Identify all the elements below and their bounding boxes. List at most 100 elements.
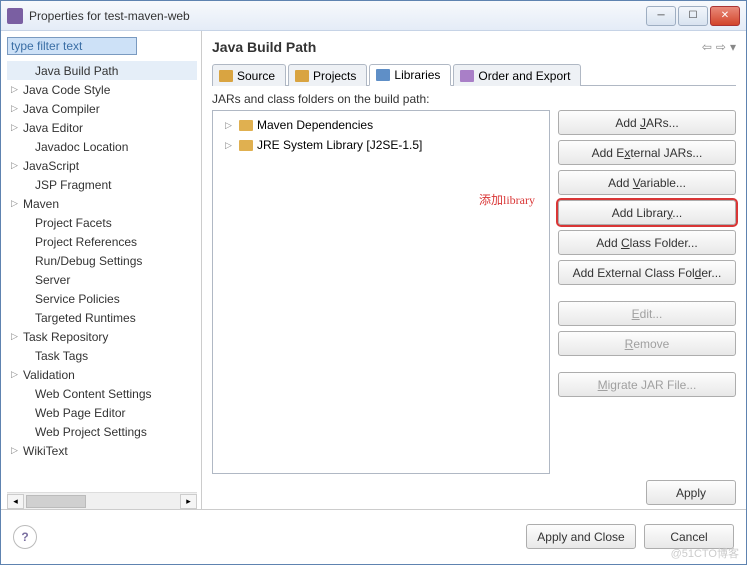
tree-item[interactable]: ▷Java Code Style bbox=[7, 80, 197, 99]
scroll-left-icon[interactable]: ◂ bbox=[7, 494, 24, 509]
minimize-button[interactable]: ─ bbox=[646, 6, 676, 26]
tree-item[interactable]: Project Facets bbox=[7, 213, 197, 232]
add-library-button[interactable]: Add Library... bbox=[558, 200, 736, 225]
back-icon[interactable]: ⇦ bbox=[702, 40, 712, 54]
tab-icon bbox=[295, 70, 309, 82]
tree-item-label: Targeted Runtimes bbox=[35, 311, 136, 325]
filter-input[interactable] bbox=[7, 37, 137, 55]
expand-icon[interactable]: ▷ bbox=[225, 140, 235, 151]
tree-item-label: JavaScript bbox=[23, 159, 79, 173]
expand-icon[interactable]: ▷ bbox=[11, 122, 23, 133]
tab-label: Projects bbox=[313, 69, 356, 83]
tab-source[interactable]: Source bbox=[212, 64, 286, 86]
menu-icon[interactable]: ▾ bbox=[730, 40, 736, 54]
tree-item-label: Java Build Path bbox=[35, 64, 118, 78]
library-tree[interactable]: ▷ Maven Dependencies ▷ JRE System Library [… bbox=[212, 110, 550, 474]
tree-item[interactable]: ▷JavaScript bbox=[7, 156, 197, 175]
tree-item[interactable]: JSP Fragment bbox=[7, 175, 197, 194]
add-external-jars-button[interactable]: Add External JARs... bbox=[558, 140, 736, 165]
library-label: JRE System Library [J2SE-1.5] bbox=[257, 138, 422, 152]
add-jars-button[interactable]: Add JARs... bbox=[558, 110, 736, 135]
expand-icon[interactable]: ▷ bbox=[11, 445, 23, 456]
tab-label: Order and Export bbox=[478, 69, 570, 83]
library-icon bbox=[239, 140, 253, 151]
expand-icon[interactable]: ▷ bbox=[11, 160, 23, 171]
annotation-text: 添加library bbox=[479, 191, 535, 208]
window-title: Properties for test-maven-web bbox=[29, 9, 646, 23]
tabs: Source Projects Libraries Order and Export bbox=[212, 63, 736, 86]
tab-icon bbox=[219, 70, 233, 82]
add-variable-button[interactable]: Add Variable... bbox=[558, 170, 736, 195]
remove-button[interactable]: Remove bbox=[558, 331, 736, 356]
tree-item-label: Javadoc Location bbox=[35, 140, 128, 154]
tree-item[interactable]: Javadoc Location bbox=[7, 137, 197, 156]
tree-item[interactable]: Task Tags bbox=[7, 346, 197, 365]
titlebar: Properties for test-maven-web ─ ☐ ✕ bbox=[1, 1, 746, 31]
page-title: Java Build Path bbox=[212, 39, 702, 55]
tab-icon bbox=[460, 70, 474, 82]
expand-icon[interactable]: ▷ bbox=[225, 120, 235, 131]
tree-item[interactable]: Service Policies bbox=[7, 289, 197, 308]
tree-item[interactable]: Java Build Path bbox=[7, 61, 197, 80]
tab-icon bbox=[376, 69, 390, 81]
help-icon[interactable]: ? bbox=[13, 525, 37, 549]
tab-libraries[interactable]: Libraries bbox=[369, 64, 451, 86]
nav-arrows: ⇦ ⇨ ▾ bbox=[702, 40, 736, 54]
sidebar: Java Build Path▷Java Code Style▷Java Com… bbox=[1, 31, 202, 509]
tab-label: Libraries bbox=[394, 68, 440, 82]
tree-item[interactable]: ▷Maven bbox=[7, 194, 197, 213]
tree-item[interactable]: ▷Validation bbox=[7, 365, 197, 384]
tree-item[interactable]: Run/Debug Settings bbox=[7, 251, 197, 270]
watermark: @51CTO博客 bbox=[671, 545, 739, 561]
apply-and-close-button[interactable]: Apply and Close bbox=[526, 524, 636, 549]
scroll-thumb[interactable] bbox=[26, 495, 86, 508]
add-class-folder-button[interactable]: Add Class Folder... bbox=[558, 230, 736, 255]
close-button[interactable]: ✕ bbox=[710, 6, 740, 26]
scroll-right-icon[interactable]: ▸ bbox=[180, 494, 197, 509]
tree-item[interactable]: ▷Java Compiler bbox=[7, 99, 197, 118]
tree-item-label: Service Policies bbox=[35, 292, 120, 306]
expand-icon[interactable]: ▷ bbox=[11, 331, 23, 342]
library-label: Maven Dependencies bbox=[257, 118, 373, 132]
expand-icon[interactable]: ▷ bbox=[11, 103, 23, 114]
nav-tree[interactable]: Java Build Path▷Java Code Style▷Java Com… bbox=[7, 61, 197, 492]
tree-item-label: Project Facets bbox=[35, 216, 112, 230]
app-icon bbox=[7, 8, 23, 24]
tree-item[interactable]: Web Project Settings bbox=[7, 422, 197, 441]
button-column: Add JARs... Add External JARs... Add Var… bbox=[558, 110, 736, 474]
tree-item[interactable]: Web Page Editor bbox=[7, 403, 197, 422]
migrate-jar-button[interactable]: Migrate JAR File... bbox=[558, 372, 736, 397]
tree-item-label: Validation bbox=[23, 368, 75, 382]
tree-item-label: Server bbox=[35, 273, 70, 287]
tab-projects[interactable]: Projects bbox=[288, 64, 367, 86]
expand-icon[interactable]: ▷ bbox=[11, 369, 23, 380]
tree-item[interactable]: Project References bbox=[7, 232, 197, 251]
forward-icon[interactable]: ⇨ bbox=[716, 40, 726, 54]
expand-icon[interactable]: ▷ bbox=[11, 84, 23, 95]
tree-item-label: JSP Fragment bbox=[35, 178, 111, 192]
tree-item-label: WikiText bbox=[23, 444, 68, 458]
tree-item[interactable]: ▷Task Repository bbox=[7, 327, 197, 346]
tree-item-label: Web Project Settings bbox=[35, 425, 147, 439]
horizontal-scrollbar[interactable]: ◂ ▸ bbox=[7, 492, 197, 509]
library-icon bbox=[239, 120, 253, 131]
tree-item[interactable]: ▷Java Editor bbox=[7, 118, 197, 137]
edit-button[interactable]: Edit... bbox=[558, 301, 736, 326]
tree-item[interactable]: ▷WikiText bbox=[7, 441, 197, 460]
tree-item-label: Java Editor bbox=[23, 121, 83, 135]
tree-item[interactable]: Web Content Settings bbox=[7, 384, 197, 403]
add-external-class-folder-button[interactable]: Add External Class Folder... bbox=[558, 260, 736, 285]
tree-item[interactable]: Targeted Runtimes bbox=[7, 308, 197, 327]
expand-icon[interactable]: ▷ bbox=[11, 198, 23, 209]
tree-item[interactable]: Server bbox=[7, 270, 197, 289]
library-item[interactable]: ▷ Maven Dependencies bbox=[217, 115, 545, 135]
tree-item-label: Web Content Settings bbox=[35, 387, 152, 401]
library-item[interactable]: ▷ JRE System Library [J2SE-1.5] bbox=[217, 135, 545, 155]
apply-button[interactable]: Apply bbox=[646, 480, 736, 505]
maximize-button[interactable]: ☐ bbox=[678, 6, 708, 26]
tree-item-label: Java Code Style bbox=[23, 83, 110, 97]
tree-item-label: Task Repository bbox=[23, 330, 108, 344]
tab-order-and-export[interactable]: Order and Export bbox=[453, 64, 581, 86]
tree-item-label: Run/Debug Settings bbox=[35, 254, 142, 268]
tree-item-label: Project References bbox=[35, 235, 137, 249]
